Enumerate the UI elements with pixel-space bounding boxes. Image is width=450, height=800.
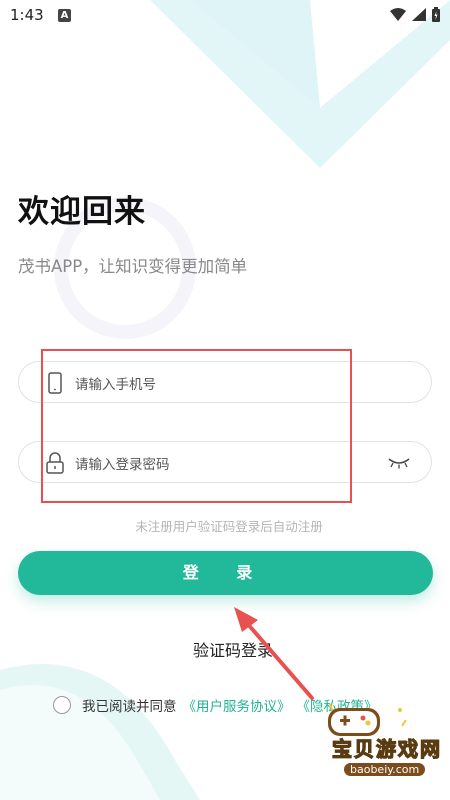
agreement-checkbox[interactable] [53,696,71,714]
code-login-link[interactable]: 验证码登录 [193,637,273,661]
eye-closed-icon[interactable] [387,456,411,470]
notification-icon: A [58,9,71,22]
status-bar: 1:43 A [0,0,450,32]
signal-icon [412,8,426,21]
register-hint: 未注册用户验证码登录后自动注册 [0,516,450,535]
watermark-title: 宝贝游戏网 [331,736,442,761]
status-time: 1:43 [10,6,44,24]
phone-icon [48,372,62,394]
status-icons [390,7,440,22]
page-subtitle: 茂书APP，让知识变得更加简单 [18,257,248,276]
battery-icon [432,7,440,22]
password-input[interactable]: 请输入登录密码 [18,441,432,483]
login-button[interactable]: 登 录 [18,551,433,595]
lock-icon [46,452,64,474]
password-placeholder: 请输入登录密码 [75,457,170,473]
wifi-icon [390,8,406,21]
watermark-url: baobeiy.com [344,763,426,776]
phone-placeholder: 请输入手机号 [75,377,156,393]
phone-input[interactable]: 请输入手机号 [18,361,432,403]
page-title: 欢迎回来 [18,194,146,230]
register-hint-text: 未注册用户验证码登录后自动注册 [135,519,323,534]
agreement-text: 我已阅读并同意 [82,699,177,715]
user-agreement-link[interactable]: 《用户服务协议》 [183,695,291,715]
